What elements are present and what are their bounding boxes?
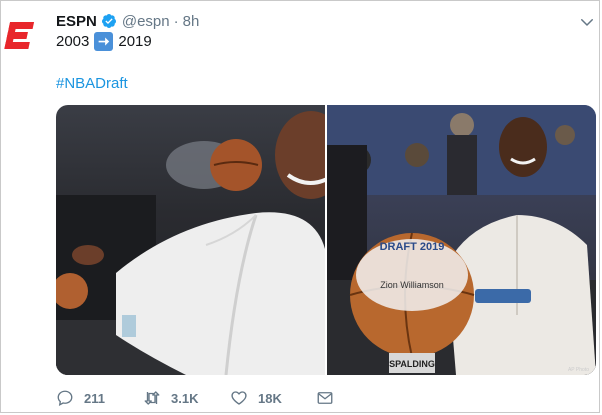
photo-2003-illustration xyxy=(56,111,325,375)
photo-2003[interactable] xyxy=(56,105,325,375)
share-message-icon xyxy=(317,392,333,404)
photo-credit: AP Photo xyxy=(568,367,589,373)
tweet-text-after: 2019 xyxy=(118,33,152,50)
author-name[interactable]: ESPN xyxy=(56,13,97,30)
verified-badge-icon xyxy=(101,14,116,28)
reply-count: 211 xyxy=(84,390,105,406)
ball-draft-text: DRAFT 2019 xyxy=(380,241,445,253)
retweet-button[interactable]: 3.1K xyxy=(143,389,198,407)
reply-button[interactable]: 211 xyxy=(56,389,105,407)
photo-2019-illustration: DRAFT 2019 Zion Williamson SPALDING AP P… xyxy=(327,105,596,375)
tweet-text: 2003 2019 xyxy=(56,32,152,51)
tweet-media[interactable]: DRAFT 2019 Zion Williamson SPALDING AP P… xyxy=(56,105,596,375)
separator-dot: · xyxy=(173,12,179,30)
photo-2019[interactable]: DRAFT 2019 Zion Williamson SPALDING AP P… xyxy=(327,105,596,375)
retweet-icon xyxy=(144,391,160,405)
like-count: 18K xyxy=(258,390,282,406)
espn-logo-icon[interactable] xyxy=(4,13,36,57)
tweet-header: ESPN @espn · 8h xyxy=(56,11,199,31)
tweet-actions: 211 3.1K 18K xyxy=(56,389,356,409)
tweet-timestamp[interactable]: 8h xyxy=(183,13,200,30)
like-button[interactable]: 18K xyxy=(230,389,282,407)
retweet-count: 3.1K xyxy=(171,390,199,406)
reply-icon xyxy=(57,390,73,406)
tweet-card: ESPN @espn · 8h 2003 2019 #NBADraft DRAF… xyxy=(0,0,600,413)
like-icon xyxy=(231,391,247,405)
ball-brand-text: SPALDING xyxy=(389,359,435,369)
author-handle[interactable]: @espn xyxy=(122,13,170,30)
hashtag-link[interactable]: #NBADraft xyxy=(56,75,128,92)
ball-name-text: Zion Williamson xyxy=(380,280,444,290)
arrow-right-emoji-icon xyxy=(94,32,114,51)
tweet-text-before: 2003 xyxy=(56,33,90,50)
share-button[interactable] xyxy=(316,389,334,407)
caret-down-icon[interactable] xyxy=(578,13,596,31)
